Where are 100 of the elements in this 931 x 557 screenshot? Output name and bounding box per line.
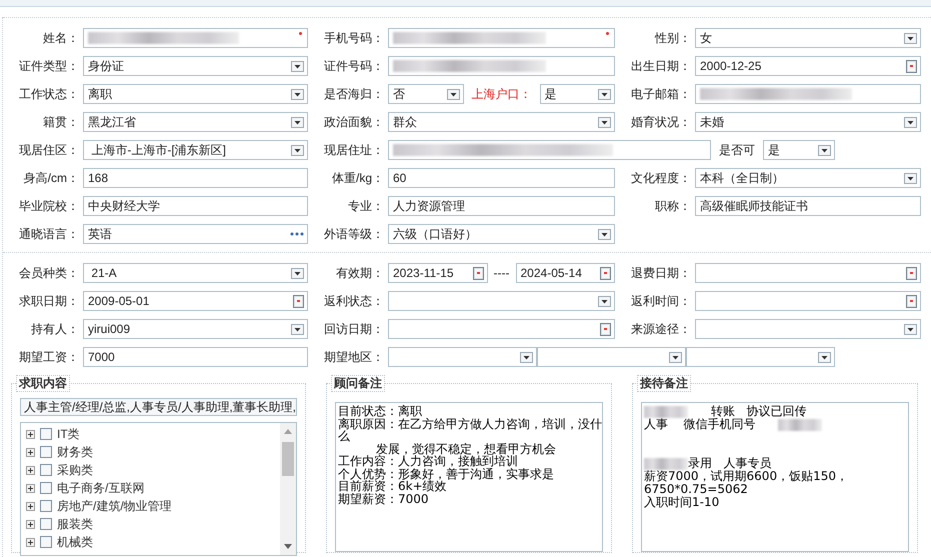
range-separator: ---- — [492, 265, 510, 282]
field-label: 期望工资： — [18, 349, 80, 366]
field-label: 体重/kg： — [330, 170, 385, 187]
date-field[interactable]: 2023-11-15 — [388, 263, 488, 283]
date-field[interactable] — [388, 319, 615, 339]
field-label: 回访日期： — [323, 321, 385, 338]
field-label: 政治面貌： — [323, 114, 385, 131]
notes-line: 人事 微信手机同号 — [644, 418, 756, 431]
text-field[interactable]: 60 — [388, 168, 615, 188]
expand-icon[interactable] — [26, 466, 35, 474]
tree-item[interactable]: 机械类 — [57, 533, 93, 551]
tree-item[interactable]: 财务类 — [57, 443, 93, 461]
notes-line: 入职时间1-10 — [644, 496, 720, 509]
text-field[interactable]: 168 — [83, 168, 308, 188]
notes-line: 6750*0.75=5062 — [644, 483, 748, 496]
date-field[interactable] — [695, 263, 921, 283]
field-label: 证件号码： — [323, 58, 385, 75]
expand-icon[interactable] — [26, 520, 35, 528]
notes-line: 转账 协议已回传 — [710, 405, 806, 418]
dropdown[interactable]: 离职 — [83, 84, 308, 104]
checkbox[interactable] — [40, 518, 52, 530]
field-label: 身高/cm： — [22, 170, 80, 187]
checkbox[interactable] — [40, 446, 52, 458]
text-field[interactable]: 高级催眠师技能证书 — [695, 196, 921, 216]
dropdown[interactable]: 是 — [763, 140, 835, 160]
dropdown[interactable]: 女 — [695, 28, 921, 48]
checkbox[interactable] — [40, 536, 52, 548]
field-label: 期望地区： — [323, 349, 385, 366]
date-field[interactable] — [695, 291, 921, 311]
tree-item[interactable]: 电子商务/互联网 — [57, 479, 144, 497]
field-label: 通晓语言： — [18, 226, 80, 243]
notes-line: 目前状态：离职 — [338, 405, 422, 418]
expand-icon[interactable] — [26, 502, 35, 510]
lookup-field[interactable]: 英语 — [83, 224, 308, 244]
dropdown[interactable]: 身份证 — [83, 56, 308, 76]
calendar-icon — [600, 322, 611, 336]
date-field[interactable]: 2009-05-01 — [83, 291, 308, 311]
checkbox[interactable] — [40, 428, 52, 440]
text-field[interactable] — [695, 84, 921, 104]
expand-icon[interactable] — [26, 448, 35, 456]
field-label: 文化程度： — [630, 170, 692, 187]
field-label: 是否可 — [718, 142, 756, 159]
text-field[interactable]: 人力资源管理 — [388, 196, 615, 216]
text-field[interactable]: 7000 — [83, 347, 308, 367]
dropdown[interactable]: 是 — [540, 84, 615, 104]
dropdown[interactable]: 未婚 — [695, 112, 921, 132]
field-label: 来源途径： — [630, 321, 692, 338]
dropdown[interactable]: yirui009 — [83, 319, 308, 339]
field-label: 求职日期： — [18, 293, 80, 310]
dropdown[interactable] — [537, 347, 686, 367]
text-field[interactable] — [388, 140, 712, 160]
field-label: 返利状态： — [323, 293, 385, 310]
notes-line: 离职原因：在乙方给甲方做人力咨询，培训，没什 — [338, 418, 600, 430]
tree-item[interactable]: IT类 — [57, 425, 80, 443]
field-label: 性别： — [654, 30, 692, 47]
dropdown[interactable]: 否 — [388, 84, 464, 104]
dropdown[interactable]: 群众 — [388, 112, 615, 132]
text-field[interactable] — [388, 28, 615, 48]
checkbox[interactable] — [40, 464, 52, 476]
redacted-block — [778, 418, 822, 430]
date-field[interactable]: 2000-12-25 — [695, 56, 921, 76]
dropdown[interactable] — [388, 291, 615, 311]
field-label: 现居住区： — [18, 142, 80, 159]
text-field[interactable]: 中央财经大学 — [83, 196, 308, 216]
dropdown[interactable]: 21-A — [83, 263, 308, 283]
notes-textarea[interactable]: 转账 协议已回传 人事 微信手机同号 录用 人事专员 薪资7000，试用期6600，饭贴150， 6750*0.75=5062 入职时间1-10 — [641, 402, 909, 552]
notes-textarea[interactable]: 目前状态：离职 离职原因：在乙方给甲方做人力咨询，培训，没什 么 发展，觉得不稳定，想看甲方机会 工作内容：人力咨询，接触到培训 个人优势：形象好，善于沟通，实事求是 目前薪资：6k+绩效 期望薪资：7000 — [335, 402, 603, 552]
calendar-icon — [906, 294, 917, 308]
text-field[interactable] — [83, 28, 308, 48]
scrollbar-thumb[interactable] — [282, 442, 294, 476]
dropdown[interactable]: 上海市-上海市-[浦东新区] — [83, 140, 308, 160]
notes-line: 工作内容：人力咨询，接触到培训 — [338, 455, 519, 468]
dropdown[interactable] — [686, 347, 835, 367]
text-field[interactable] — [388, 56, 615, 76]
field-label: 电子邮箱： — [630, 86, 692, 103]
field-label: 籍贯： — [42, 114, 80, 131]
field-label: 专业： — [347, 198, 385, 215]
expand-icon[interactable] — [26, 484, 35, 492]
date-field[interactable]: 2024-05-14 — [516, 263, 616, 283]
calendar-icon — [293, 294, 304, 308]
redacted-block — [644, 406, 688, 418]
scrollbar[interactable] — [280, 423, 296, 555]
tree-item[interactable]: 房地产/建筑/物业管理 — [57, 497, 172, 515]
panel-title: 顾问备注 — [331, 375, 385, 392]
checkbox[interactable] — [40, 482, 52, 494]
dropdown[interactable]: 六级（口语好） — [388, 224, 615, 244]
selection-field[interactable]: 人事主管/经理/总监,人事专员/人事助理,董事长助理, — [20, 398, 297, 416]
panel-title: 接待备注 — [637, 375, 691, 392]
tree-item[interactable]: 采购类 — [57, 461, 93, 479]
expand-icon[interactable] — [26, 430, 35, 438]
dropdown[interactable] — [695, 319, 921, 339]
notes-line: 薪资7000，试用期6600，饭贴150， — [644, 470, 848, 483]
dropdown[interactable] — [388, 347, 537, 367]
checkbox[interactable] — [40, 500, 52, 512]
notes-line: 目前薪资：6k+绩效 — [338, 480, 447, 492]
dropdown[interactable]: 黑龙江省 — [83, 112, 308, 132]
tree-item[interactable]: 服装类 — [57, 515, 93, 533]
expand-icon[interactable] — [26, 538, 35, 546]
field-label: 手机号码： — [323, 30, 385, 47]
dropdown[interactable]: 本科（全日制） — [695, 168, 921, 188]
